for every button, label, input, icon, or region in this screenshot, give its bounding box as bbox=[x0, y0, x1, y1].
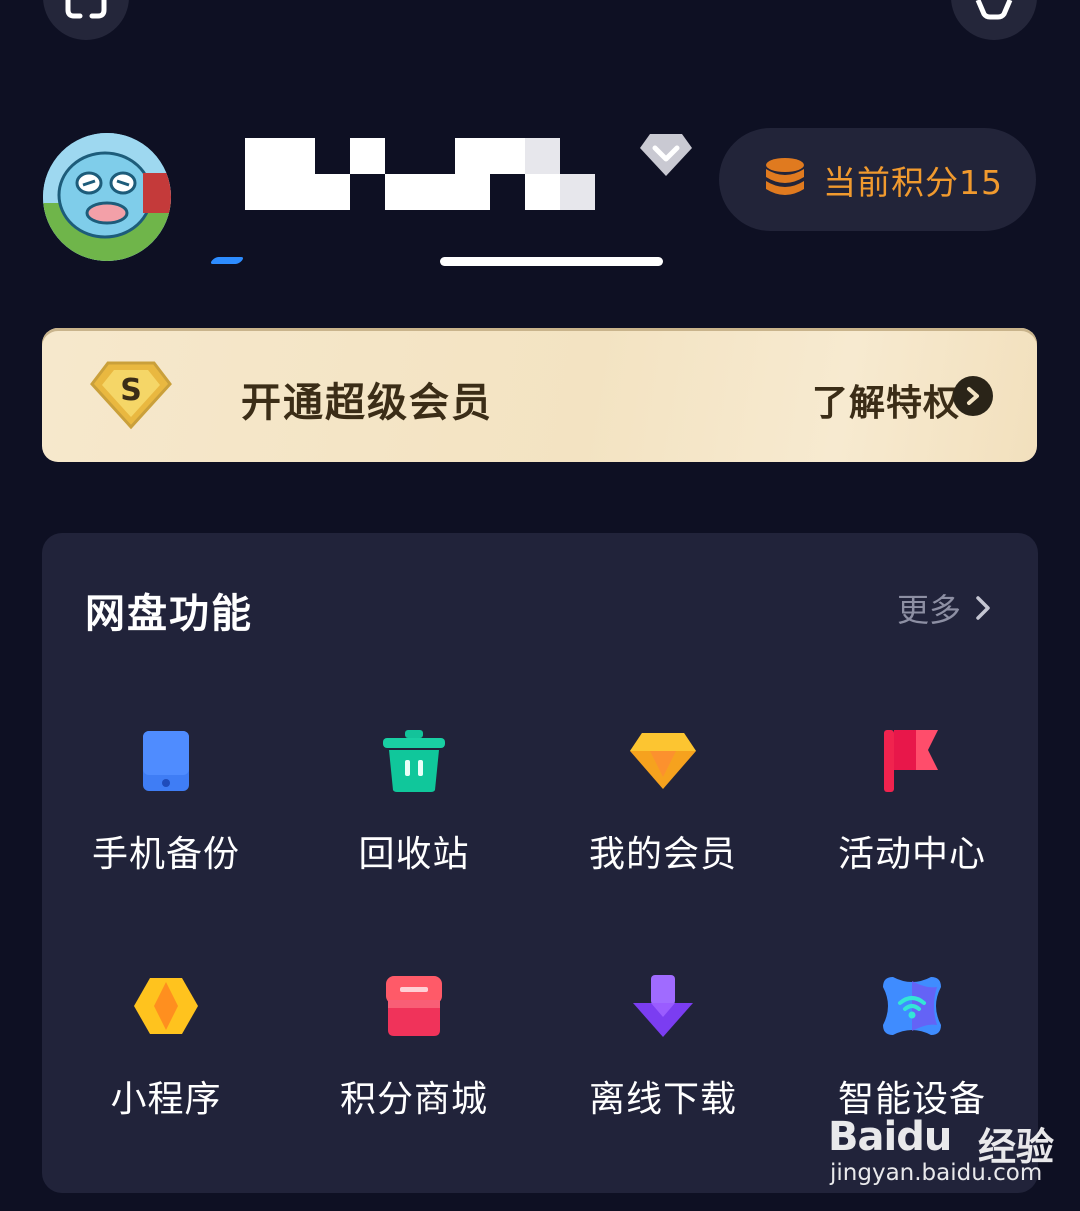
vip-banner[interactable]: S 开通超级会员 了解特权 bbox=[42, 328, 1037, 462]
trash-icon bbox=[383, 730, 445, 792]
features-card: 网盘功能 更多 手机备份 回收站 我的会员 活动中心 小程序 积分商城 离线下载… bbox=[42, 533, 1038, 1193]
points-button[interactable]: 当前积分15 bbox=[719, 128, 1036, 231]
feature-label: 我的会员 bbox=[588, 834, 737, 875]
user-id-mask bbox=[440, 257, 663, 266]
arrow-glyph bbox=[967, 387, 979, 405]
super-vip-badge-icon: S bbox=[90, 361, 172, 430]
coins-icon bbox=[766, 157, 804, 195]
avatar-image bbox=[43, 133, 171, 261]
feature-mini-program[interactable]: 小程序 bbox=[42, 970, 290, 1150]
feature-points-mall[interactable]: 积分商城 bbox=[290, 970, 538, 1150]
mini-program-icon bbox=[134, 978, 198, 1034]
feature-offline-download[interactable]: 离线下载 bbox=[539, 970, 787, 1150]
feature-label: 离线下载 bbox=[588, 1079, 737, 1120]
points-label: 当前积分15 bbox=[823, 162, 1003, 202]
features-grid: 手机备份 回收站 我的会员 活动中心 小程序 积分商城 离线下载 智能设备 bbox=[42, 533, 1038, 1193]
feature-my-membership[interactable]: 我的会员 bbox=[539, 725, 787, 905]
baidu-jingyan-watermark: Baidu 经验 jingyan.baidu.com bbox=[828, 1100, 1078, 1195]
vip-privilege-link[interactable]: 了解特权 bbox=[812, 374, 960, 426]
feature-label: 回收站 bbox=[358, 834, 470, 875]
feature-phone-backup[interactable]: 手机备份 bbox=[42, 725, 290, 905]
settings-button[interactable] bbox=[951, 0, 1037, 40]
flag-icon bbox=[884, 730, 938, 792]
username-mask bbox=[245, 138, 595, 210]
vip-banner-title: 开通超级会员 bbox=[241, 380, 493, 426]
settings-icon bbox=[975, 0, 1013, 20]
feature-activity-center[interactable]: 活动中心 bbox=[788, 725, 1036, 905]
chevron-right-icon[interactable] bbox=[953, 376, 993, 416]
vip-level-icon bbox=[640, 134, 692, 176]
feature-label: 积分商城 bbox=[339, 1079, 488, 1120]
profile-page: 当前积分15 S 开通超级会员 了解特权 网盘功能 更多 手机备份 回收站 我的… bbox=[0, 0, 1080, 1211]
store-icon bbox=[386, 976, 442, 1036]
watermark-url: jingyan.baidu.com bbox=[830, 1160, 1043, 1186]
avatar[interactable] bbox=[43, 133, 171, 261]
scan-button[interactable] bbox=[43, 0, 129, 40]
feature-label: 小程序 bbox=[110, 1079, 222, 1120]
feature-recycle-bin[interactable]: 回收站 bbox=[290, 725, 538, 905]
diamond-icon bbox=[630, 733, 696, 789]
phone-icon bbox=[143, 731, 189, 791]
feature-label: 手机备份 bbox=[91, 834, 240, 875]
watermark-brand: Baidu bbox=[828, 1114, 952, 1160]
badge-letter: S bbox=[120, 373, 142, 408]
download-icon bbox=[633, 975, 693, 1037]
scan-icon bbox=[65, 0, 107, 19]
feature-label: 活动中心 bbox=[837, 834, 986, 875]
smart-device-icon bbox=[883, 977, 941, 1035]
user-id-mask-left bbox=[209, 257, 245, 264]
